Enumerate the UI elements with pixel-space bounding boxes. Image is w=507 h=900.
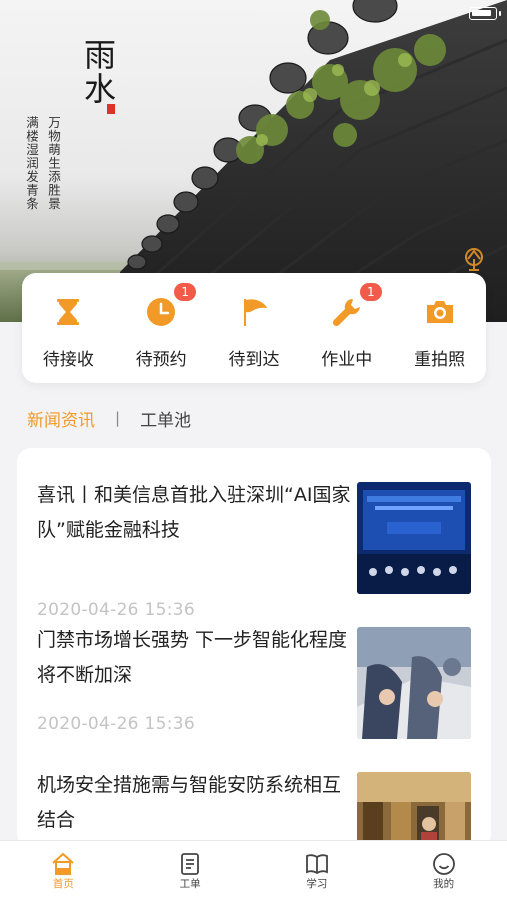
- shortcut-pending-appointment[interactable]: 1 待预约: [115, 273, 208, 383]
- banner-poem-line1: 万物萌生添胜景: [46, 116, 61, 211]
- nav-profile[interactable]: 我的: [380, 841, 507, 900]
- nav-work-orders[interactable]: 工单: [127, 841, 254, 900]
- brand-watermark-icon: [465, 248, 483, 271]
- nav-label: 首页: [52, 878, 74, 890]
- work-order-icon: [181, 853, 200, 875]
- camera-icon: [426, 301, 453, 323]
- book-icon: [305, 854, 328, 875]
- meeting-photo: [357, 627, 471, 739]
- news-time: 2020-04-26 15:36: [37, 600, 195, 620]
- clock-icon: [147, 298, 176, 326]
- hourglass-icon: [57, 299, 80, 325]
- news-item[interactable]: 喜讯丨和美信息首批入驻深圳“AI国家队”赋能金融科技 2020-04-26 15…: [37, 478, 471, 620]
- shortcut-in-progress[interactable]: 1 作业中: [300, 273, 393, 383]
- news-thumbnail: [357, 627, 471, 739]
- battery-icon: [469, 7, 501, 20]
- airport-photo: [357, 772, 471, 848]
- seal-stamp: [107, 104, 115, 114]
- news-thumbnail: [357, 772, 471, 848]
- news-title: 门禁市场增长强势 下一步智能化程度将不断加深: [37, 629, 348, 686]
- banner-poem-line2: 满楼湿润发青条: [24, 116, 39, 211]
- news-title: 机场安全措施需与智能安防系统相互结合: [37, 774, 342, 831]
- nav-label: 工单: [179, 878, 201, 890]
- flag-icon: [243, 299, 267, 326]
- nav-home[interactable]: 首页: [0, 841, 127, 900]
- news-item[interactable]: 门禁市场增长强势 下一步智能化程度将不断加深 2020-04-26 15:36: [37, 623, 471, 743]
- home-icon: [52, 852, 75, 875]
- tab-separator: |: [115, 409, 121, 427]
- news-list: 喜讯丨和美信息首批入驻深圳“AI国家队”赋能金融科技 2020-04-26 15…: [17, 448, 491, 848]
- shortcut-label: 作业中: [321, 350, 373, 370]
- shortcut-pending-receive[interactable]: 待接收: [22, 273, 115, 383]
- nav-learning[interactable]: 学习: [254, 841, 381, 900]
- news-thumbnail: [357, 482, 471, 594]
- shortcut-label: 待接收: [42, 350, 94, 370]
- content-tabs: 新闻资讯 | 工单池: [27, 405, 191, 431]
- profile-icon: [432, 853, 455, 875]
- shortcut-label: 待预约: [135, 350, 187, 370]
- status-shortcuts: 待接收 1 待预约 待到达 1 作业中 重拍照: [22, 273, 486, 383]
- nav-label: 我的: [433, 878, 455, 890]
- wrench-icon: [332, 299, 360, 327]
- ceremony-photo: [357, 482, 471, 594]
- shortcut-label: 待到达: [228, 350, 280, 370]
- news-title: 喜讯丨和美信息首批入驻深圳“AI国家队”赋能金融科技: [37, 484, 351, 541]
- tab-news[interactable]: 新闻资讯: [27, 406, 95, 431]
- news-item[interactable]: 机场安全措施需与智能安防系统相互结合: [37, 768, 471, 848]
- notification-badge: 1: [359, 283, 382, 301]
- banner-title: 雨水: [79, 38, 117, 106]
- nav-label: 学习: [306, 878, 328, 890]
- news-time: 2020-04-26 15:36: [37, 714, 195, 734]
- bottom-nav: 首页 工单 学习 我的: [0, 840, 507, 900]
- shortcut-retake-photo[interactable]: 重拍照: [393, 273, 486, 383]
- shortcut-label: 重拍照: [414, 350, 466, 370]
- shortcut-pending-arrival[interactable]: 待到达: [208, 273, 301, 383]
- notification-badge: 1: [174, 283, 197, 301]
- tab-work-order-pool[interactable]: 工单池: [140, 406, 191, 431]
